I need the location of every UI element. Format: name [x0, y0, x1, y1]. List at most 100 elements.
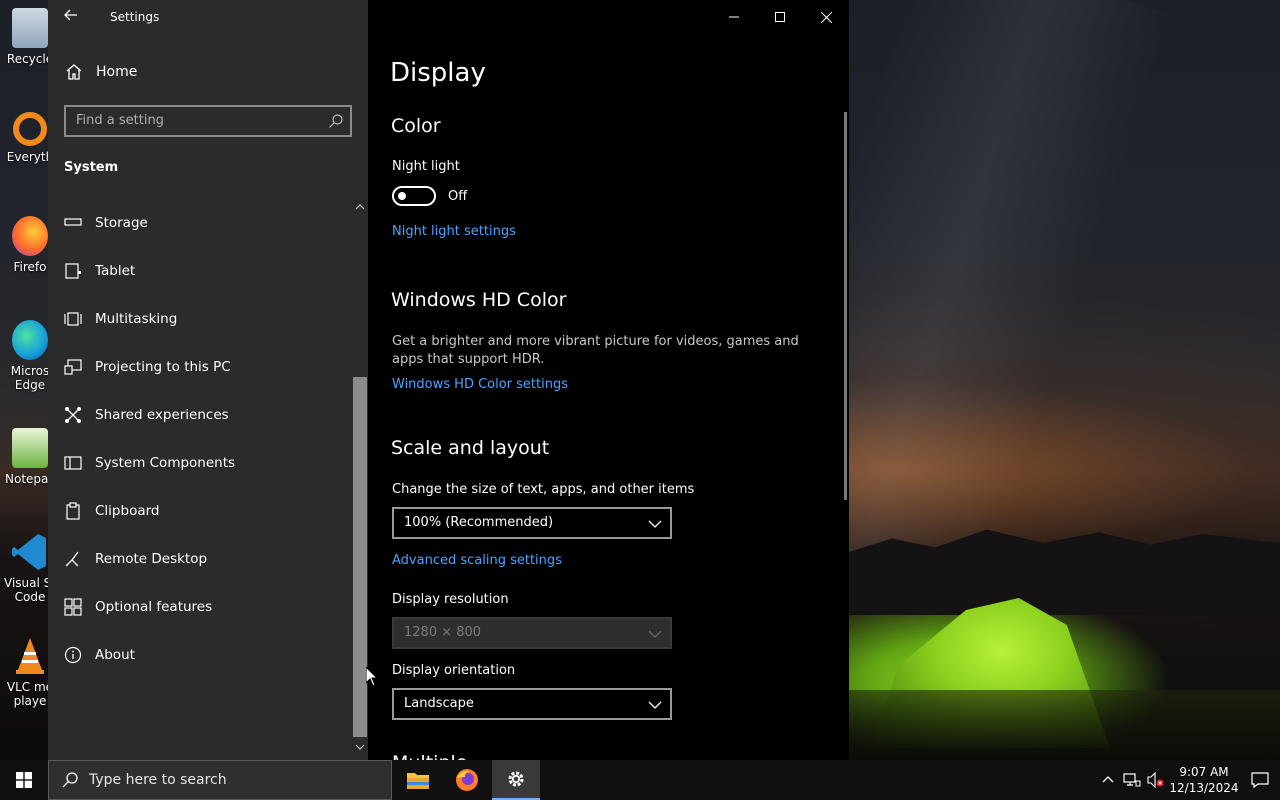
sidebar-item-about[interactable]: About: [48, 631, 353, 679]
window-controls: [711, 0, 849, 34]
ground: [849, 690, 1280, 760]
search-icon: [329, 114, 343, 128]
chevron-up-icon: [355, 204, 365, 210]
system-components-icon: [64, 456, 82, 470]
multitasking-icon: [64, 312, 82, 326]
orientation-dropdown-value: Landscape: [404, 696, 474, 711]
sidebar-item-shared-experiences[interactable]: Shared experiences: [48, 391, 353, 439]
sidebar-item-tablet[interactable]: Tablet: [48, 247, 353, 295]
start-button[interactable]: [0, 760, 48, 800]
chevron-down-icon: [355, 744, 365, 750]
page-title: Display: [390, 58, 486, 88]
taskbar-search-box[interactable]: Type here to search: [48, 760, 392, 800]
chevron-down-icon: [648, 630, 662, 638]
night-light-settings-link[interactable]: Night light settings: [392, 224, 516, 239]
sidebar-nav-list: Storage Tablet Multitasking Projecting t…: [48, 199, 353, 679]
maximize-button[interactable]: [757, 0, 803, 34]
system-tray: 9:07 AM 12/13/2024: [1096, 760, 1280, 800]
back-arrow-icon: [64, 9, 77, 21]
chevron-down-icon: [648, 520, 662, 528]
sidebar-item-label: Clipboard: [95, 503, 160, 519]
sidebar-item-label: Optional features: [95, 599, 213, 615]
orientation-dropdown[interactable]: Landscape: [392, 688, 672, 720]
multiple-displays-heading-partial: Multiple displays: [392, 752, 542, 760]
sidebar-item-multitasking[interactable]: Multitasking: [48, 295, 353, 343]
night-light-label: Night light: [392, 159, 460, 174]
section-label-system: System: [64, 160, 119, 175]
volume-button[interactable]: [1144, 760, 1168, 800]
taskbar-clock[interactable]: 9:07 AM 12/13/2024: [1168, 764, 1240, 796]
find-setting-input[interactable]: Find a setting: [64, 105, 352, 137]
content-scrollbar[interactable]: [844, 112, 847, 500]
settings-window: Settings Home Find a setting System Stor…: [48, 0, 849, 760]
sidebar-item-storage[interactable]: Storage: [48, 199, 353, 247]
app-title: Settings: [110, 10, 160, 24]
sidebar-scrollbar-thumb[interactable]: [353, 377, 367, 737]
mouse-cursor-icon: [366, 667, 378, 687]
taskbar-app-file-explorer[interactable]: [394, 760, 442, 800]
home-icon: [66, 64, 82, 80]
sidebar-item-label: Multitasking: [95, 311, 178, 327]
shared-experiences-icon: [65, 407, 81, 423]
sidebar-item-label: Shared experiences: [95, 407, 229, 423]
taskbar-search-placeholder: Type here to search: [89, 772, 227, 788]
vlc-icon: [12, 636, 48, 676]
sidebar-item-label: System Components: [95, 455, 236, 471]
vscode-icon: [12, 532, 48, 572]
settings-sidebar: Settings Home Find a setting System Stor…: [48, 0, 368, 760]
show-hidden-icons-button[interactable]: [1096, 760, 1120, 800]
optional-features-icon: [64, 598, 82, 616]
recycle-bin-icon: [12, 8, 48, 48]
home-label: Home: [96, 64, 138, 80]
clipboard-icon: [66, 502, 80, 520]
windows-logo-icon: [16, 772, 32, 788]
resolution-dropdown-value: 1280 × 800: [404, 625, 482, 640]
minimize-button[interactable]: [711, 0, 757, 34]
orientation-label: Display orientation: [392, 663, 516, 678]
scale-dropdown-value: 100% (Recommended): [404, 515, 554, 530]
sidebar-item-label: Remote Desktop: [95, 551, 208, 567]
taskbar: Type here to search 9:07 AM 12/13/2024: [0, 760, 1280, 800]
sidebar-scroll-up-button[interactable]: [353, 202, 367, 216]
remote-desktop-icon: [65, 551, 79, 567]
taskbar-app-settings[interactable]: [492, 760, 540, 800]
back-button[interactable]: [60, 6, 82, 28]
sidebar-item-remote-desktop[interactable]: Remote Desktop: [48, 535, 353, 583]
firefox-icon: [456, 769, 478, 791]
search-placeholder: Find a setting: [76, 113, 164, 128]
hd-color-description: Get a brighter and more vibrant picture …: [392, 334, 799, 367]
resolution-dropdown[interactable]: 1280 × 800: [392, 617, 672, 649]
sidebar-item-label: Storage: [95, 215, 148, 231]
hd-color-settings-link[interactable]: Windows HD Color settings: [392, 377, 568, 392]
scale-dropdown[interactable]: 100% (Recommended): [392, 507, 672, 539]
close-button[interactable]: [803, 0, 849, 34]
chevron-down-icon: [648, 701, 662, 709]
sidebar-item-clipboard[interactable]: Clipboard: [48, 487, 353, 535]
tablet-icon: [65, 263, 81, 279]
network-status-button[interactable]: [1120, 760, 1144, 800]
edge-icon: [12, 320, 48, 360]
projecting-icon: [64, 359, 82, 375]
toggle-knob: [398, 192, 406, 200]
sidebar-item-system-components[interactable]: System Components: [48, 439, 353, 487]
night-light-toggle[interactable]: [392, 186, 436, 206]
taskbar-app-firefox[interactable]: [443, 760, 491, 800]
sidebar-item-projecting[interactable]: Projecting to this PC: [48, 343, 353, 391]
chevron-up-icon: [1102, 776, 1114, 783]
search-icon: [62, 772, 78, 788]
sidebar-item-optional-features[interactable]: Optional features: [48, 583, 353, 631]
home-nav-item[interactable]: Home: [64, 62, 137, 82]
close-icon: [820, 11, 832, 23]
display-settings-page: Display Color Night light Off Night ligh…: [368, 0, 849, 760]
everything-icon: [13, 112, 47, 146]
clock-time: 9:07 AM: [1179, 765, 1229, 779]
advanced-scaling-link[interactable]: Advanced scaling settings: [392, 553, 562, 568]
volume-muted-icon: [1147, 772, 1164, 788]
sidebar-scroll-down-button[interactable]: [353, 742, 367, 756]
title-bar: Settings: [48, 0, 368, 34]
night-light-state: Off: [448, 189, 468, 204]
hd-color-heading: Windows HD Color: [391, 289, 567, 311]
action-center-button[interactable]: [1240, 760, 1280, 800]
scale-layout-heading: Scale and layout: [391, 437, 550, 459]
notepad-icon: [12, 428, 48, 468]
